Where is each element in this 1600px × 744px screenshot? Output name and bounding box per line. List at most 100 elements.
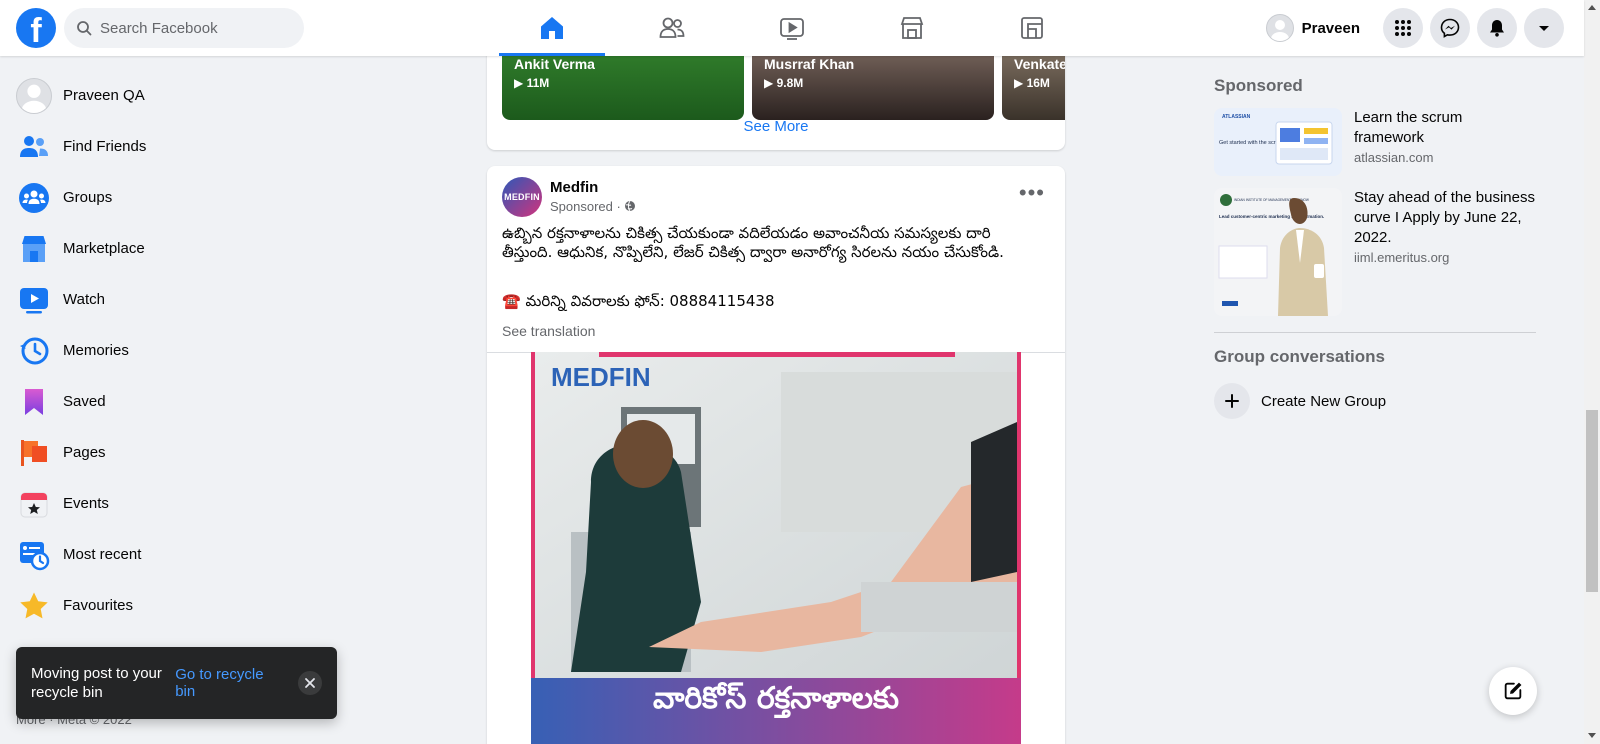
post-header: MEDFIN Medfin Sponsored · (502, 177, 636, 217)
sponsored-label[interactable]: Sponsored · (550, 199, 621, 214)
ad-thumb-brand: ATLASSIAN (1222, 114, 1251, 120)
ad-info: Stay ahead of the business curve I Apply… (1354, 188, 1536, 316)
caret-down-icon (1539, 26, 1549, 31)
reel-views: ▶ 16M (1014, 76, 1050, 90)
sidebar-item-most-recent[interactable]: Most recent (8, 529, 348, 580)
post-meta: Medfin Sponsored · (550, 177, 636, 217)
facebook-logo[interactable]: f (16, 8, 56, 48)
post-ad-image[interactable]: MEDFIN వారికోస్ రక్తనాళాలకు (531, 352, 1021, 744)
profile-shortcut[interactable]: Praveen (1262, 8, 1368, 48)
messenger-button[interactable] (1430, 8, 1470, 48)
menu-grid-icon (1395, 20, 1411, 36)
page-scrollbar[interactable] (1584, 0, 1600, 744)
scroll-down-arrow[interactable] (1588, 733, 1596, 738)
tab-gaming[interactable] (979, 0, 1085, 56)
top-navigation-bar: f Praveen (0, 0, 1584, 56)
top-right-controls: Praveen (1262, 8, 1564, 48)
sidebar-item-label: Pages (63, 444, 106, 461)
tab-marketplace[interactable] (859, 0, 965, 56)
reel-views: ▶ 11M (514, 76, 550, 90)
create-new-group-button[interactable]: Create New Group (1214, 383, 1536, 419)
sidebar-item-label: Favourites (63, 597, 134, 614)
search-icon (77, 21, 92, 36)
post-body-text: ఉబ్బిన రక్తనాళాలను చికిత్స చేయకుండా వదిల… (502, 224, 1004, 261)
ad-headline: Stay ahead of the business curve I Apply… (1354, 189, 1535, 246)
sidebar-item-watch[interactable]: Watch (8, 274, 348, 325)
sidebar-item-label: Find Friends (63, 138, 147, 155)
ad-thumbnail: INDIAN INSTITUTE OF MANAGEMENT, LUCKNOW … (1214, 188, 1342, 316)
sidebar-item-label: Praveen QA (63, 87, 145, 104)
post-subtitle: Sponsored · (550, 199, 636, 214)
recycle-bin-toast: Moving post to your recycle bin Go to re… (16, 647, 337, 719)
account-button[interactable] (1524, 8, 1564, 48)
avatar-icon (16, 77, 52, 114)
sidebar-item-pages[interactable]: Pages (8, 427, 348, 478)
sidebar-item-label: Watch (63, 291, 105, 308)
sidebar-item-marketplace[interactable]: Marketplace (8, 223, 348, 274)
pages-icon (16, 435, 52, 471)
facebook-logo-letter: f (30, 12, 42, 48)
globe-icon (625, 200, 636, 212)
new-message-button[interactable] (1489, 667, 1537, 715)
reel-tile[interactable]: Ankit Verma ▶ 11M (502, 56, 744, 120)
ad-caption-text: వారికోస్ రక్తనాళాలకు (653, 681, 899, 719)
see-translation-link[interactable]: See translation (502, 323, 595, 339)
sidebar-item-label: Most recent (63, 546, 142, 563)
sponsored-ad[interactable]: INDIAN INSTITUTE OF MANAGEMENT, LUCKNOW … (1214, 188, 1536, 316)
watch-icon (16, 282, 52, 318)
scrollbar-thumb[interactable] (1586, 410, 1598, 592)
sidebar-item-groups[interactable]: Groups (8, 172, 348, 223)
post-phone-line: ☎️ మరిన్ని వివరాలకు ఫోన్: 08884115438 (502, 292, 775, 310)
menu-button[interactable] (1383, 8, 1423, 48)
reel-creator-name: Venkate (1014, 56, 1065, 72)
bell-icon (1490, 20, 1504, 37)
sidebar-item-label: Marketplace (63, 240, 145, 257)
home-icon (541, 17, 563, 39)
compose-icon (1504, 682, 1522, 700)
groups-icon (16, 180, 52, 216)
messenger-icon (1440, 18, 1460, 38)
notifications-button[interactable] (1477, 8, 1517, 48)
search-box[interactable] (64, 8, 304, 48)
reel-creator-name: Ankit Verma (514, 56, 595, 72)
post-author-name[interactable]: Medfin (550, 179, 636, 196)
left-sidebar: Praveen QA Find Friends Groups Marketpla… (8, 70, 348, 631)
main-nav-tabs (499, 0, 1099, 56)
see-more-link[interactable]: See More (487, 118, 1065, 135)
marketplace-icon (16, 231, 52, 267)
group-conversations-title: Group conversations (1214, 347, 1385, 366)
divider (1214, 332, 1536, 333)
tab-watch[interactable] (739, 0, 845, 56)
sidebar-item-memories[interactable]: Memories (8, 325, 348, 376)
reel-views: ▶ 9.8M (764, 76, 804, 90)
sidebar-item-favourites[interactable]: Favourites (8, 580, 348, 631)
sidebar-item-label: Saved (63, 393, 106, 410)
tab-home[interactable] (499, 0, 605, 56)
sidebar-item-saved[interactable]: Saved (8, 376, 348, 427)
friends-icon (16, 129, 52, 165)
post-author-avatar[interactable]: MEDFIN (502, 177, 542, 217)
events-icon (16, 486, 52, 522)
scroll-up-arrow[interactable] (1588, 5, 1596, 10)
sidebar-item-label: Groups (63, 189, 113, 206)
sidebar-item-events[interactable]: Events (8, 478, 348, 529)
ad-thumb-text: Lead customer-centric marketing transfor… (1219, 214, 1324, 219)
tab-friends[interactable] (619, 0, 725, 56)
sponsored-ad[interactable]: ATLASSIAN Get started with the scrum fra… (1214, 108, 1536, 176)
friends-icon (659, 17, 685, 38)
ad-source: atlassian.com (1354, 150, 1434, 165)
reel-views-count: 11M (526, 76, 550, 90)
post-options-button[interactable]: ••• (1019, 180, 1045, 206)
reel-tile[interactable]: Musrraf Khan ▶ 9.8M (752, 56, 994, 120)
go-to-recycle-bin-link[interactable]: Go to recycle bin (175, 666, 286, 700)
ad-info: Learn the scrum framework atlassian.com (1354, 108, 1536, 176)
sidebar-item-profile[interactable]: Praveen QA (8, 70, 348, 121)
toast-close-button[interactable] (298, 671, 322, 695)
reel-views-count: 9.8M (776, 76, 804, 90)
profile-name: Praveen (1301, 19, 1360, 37)
create-new-group-label: Create New Group (1261, 392, 1387, 410)
plus-icon (1214, 383, 1250, 419)
reel-tile[interactable]: Venkate ▶ 16M (1002, 56, 1065, 120)
sidebar-item-find-friends[interactable]: Find Friends (8, 121, 348, 172)
search-input[interactable] (100, 19, 290, 37)
